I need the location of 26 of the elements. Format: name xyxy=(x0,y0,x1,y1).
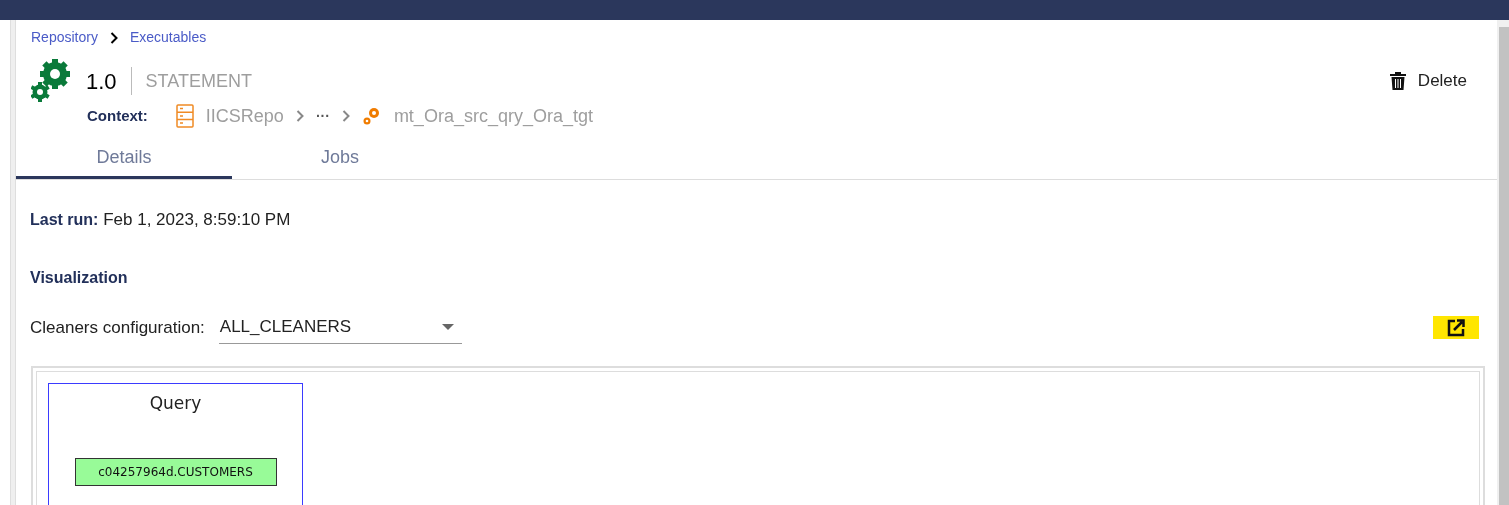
chevron-icon xyxy=(295,110,304,122)
tab[interactable]: Details xyxy=(16,139,232,179)
chevron-icon xyxy=(341,110,350,122)
scrollbar-thumb[interactable] xyxy=(1499,27,1509,505)
type-label: STATEMENT xyxy=(145,69,252,93)
gears-icon xyxy=(361,106,382,126)
group-title: Query xyxy=(149,391,202,415)
breadcrumb-link[interactable]: Repository xyxy=(31,27,98,48)
delete-button[interactable]: Delete xyxy=(1389,68,1467,94)
breadcrumb-link[interactable]: Executables xyxy=(129,27,207,48)
last-run-text: Last run: Feb 1, 2023, 8:59:10 PM xyxy=(29,209,292,231)
config-label: Cleaners configuration: xyxy=(30,316,205,339)
server-icon xyxy=(175,104,194,128)
config-select[interactable]: ALL_CLEANERS xyxy=(218,311,462,344)
section-title: Visualization xyxy=(29,267,129,288)
tab[interactable]: Jobs xyxy=(232,139,448,179)
ellipsis-link[interactable]: ··· xyxy=(315,105,330,127)
version-label: 1.0 xyxy=(86,67,117,96)
gears-icon xyxy=(31,59,71,103)
table-node: c04257964d.CUSTOMERS xyxy=(74,458,277,486)
open-external-button[interactable] xyxy=(1433,316,1479,339)
dropdown-arrow-icon xyxy=(441,324,454,330)
context-label: Context: xyxy=(87,105,148,126)
trash-icon xyxy=(1389,72,1406,90)
chevron-icon xyxy=(109,31,118,44)
external-link-icon xyxy=(1447,318,1465,337)
